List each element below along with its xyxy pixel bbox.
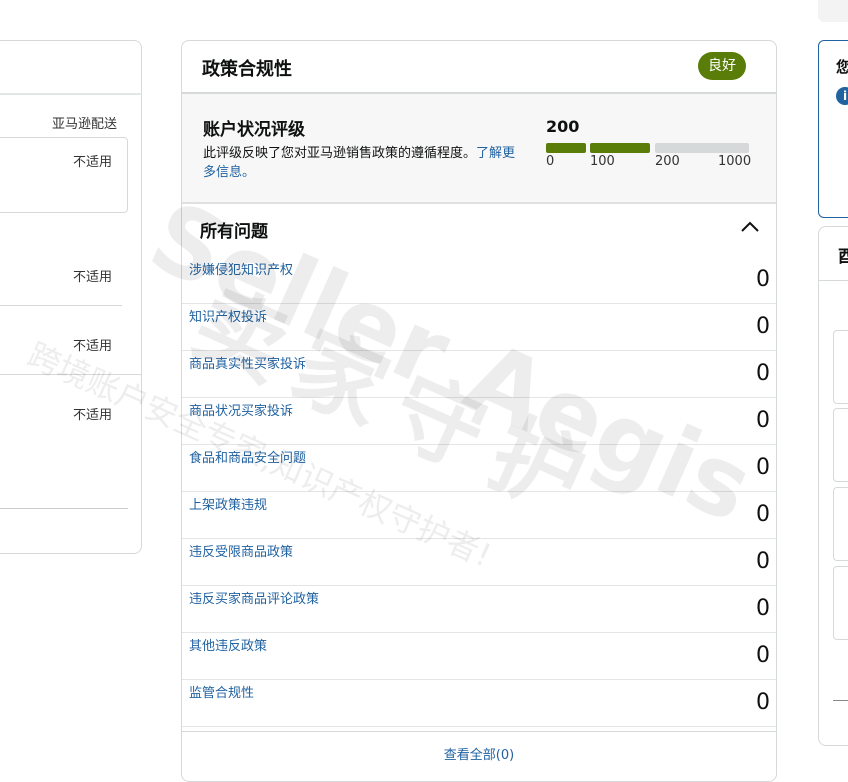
issue-label[interactable]: 商品状况买家投诉 <box>189 400 293 419</box>
issue-row[interactable]: 监管合规性 0 <box>182 680 776 727</box>
divider <box>833 700 848 701</box>
issue-row[interactable]: 违反受限商品政策 0 <box>182 539 776 586</box>
issue-count: 0 <box>756 361 770 386</box>
issue-row[interactable]: 知识产权投诉 0 <box>182 304 776 351</box>
chevron-up-icon[interactable] <box>740 219 760 235</box>
tick-label: 0 <box>546 154 555 169</box>
view-all-link[interactable]: 查看全部(0) <box>182 744 776 763</box>
issue-row[interactable]: 商品真实性买家投诉 0 <box>182 351 776 398</box>
status-badge: 良好 <box>698 52 746 80</box>
issue-label[interactable]: 商品真实性买家投诉 <box>189 353 306 372</box>
tick-label: 100 <box>590 154 615 169</box>
issue-row[interactable]: 违反买家商品评论政策 0 <box>182 586 776 633</box>
issue-row[interactable]: 涉嫌侵犯知识产权 0 <box>182 257 776 304</box>
divider <box>818 280 848 281</box>
divider <box>0 374 142 375</box>
issue-count: 0 <box>756 455 770 480</box>
account-health-description: 此评级反映了您对亚马逊销售政策的遵循程度。了解更多信息。 <box>203 144 523 182</box>
side-tile[interactable] <box>833 330 848 404</box>
not-applicable-text: 不适用 <box>73 155 113 170</box>
health-score: 200 <box>546 117 580 136</box>
issue-label[interactable]: 知识产权投诉 <box>189 306 267 325</box>
issue-label[interactable]: 监管合规性 <box>189 682 254 701</box>
issue-row[interactable]: 其他违反政策 0 <box>182 633 776 680</box>
rating-bar-segment-1 <box>546 143 586 153</box>
issue-label[interactable]: 上架政策违规 <box>189 494 267 513</box>
issue-count: 0 <box>756 267 770 292</box>
tick-label: 1000 <box>718 154 752 169</box>
side-card <box>818 226 848 746</box>
card-title: 政策合规性 <box>202 59 292 80</box>
inner-box <box>0 137 128 213</box>
fba-label: 亚马逊配送 <box>52 117 118 132</box>
description-text: 此评级反映了您对亚马逊销售政策的遵循程度。 <box>203 146 477 161</box>
not-applicable-text: 不适用 <box>73 339 113 354</box>
issue-count: 0 <box>756 643 770 668</box>
side-tile[interactable] <box>833 487 848 561</box>
account-health-title: 账户状况评级 <box>203 120 305 140</box>
issue-label[interactable]: 违反买家商品评论政策 <box>189 588 319 607</box>
issue-count: 0 <box>756 314 770 339</box>
info-icon: i <box>836 87 848 105</box>
side-tile[interactable] <box>833 566 848 640</box>
issue-count: 0 <box>756 690 770 715</box>
rating-bar-empty <box>655 143 749 153</box>
issue-count: 0 <box>756 596 770 621</box>
card-divider <box>0 93 142 95</box>
issue-label[interactable]: 涉嫌侵犯知识产权 <box>189 259 293 278</box>
issue-label[interactable]: 食品和商品安全问题 <box>189 447 306 466</box>
rating-bar-segment-2 <box>590 143 650 153</box>
side-tile[interactable] <box>833 408 848 482</box>
issue-label[interactable]: 其他违反政策 <box>189 635 267 654</box>
side-card-title: 酉 <box>838 247 848 267</box>
tick-label: 200 <box>655 154 680 169</box>
not-applicable-text: 不适用 <box>73 270 113 285</box>
issue-label[interactable]: 违反受限商品政策 <box>189 541 293 560</box>
divider <box>0 305 122 306</box>
all-issues-title: 所有问题 <box>200 222 268 242</box>
issue-count: 0 <box>756 502 770 527</box>
issue-row[interactable]: 上架政策违规 0 <box>182 492 776 539</box>
issue-count: 0 <box>756 408 770 433</box>
view-all-footer: 查看全部(0) <box>182 731 776 777</box>
divider <box>0 508 128 509</box>
top-right-widget <box>818 0 848 22</box>
not-applicable-text: 不适用 <box>73 408 113 423</box>
issue-row[interactable]: 食品和商品安全问题 0 <box>182 445 776 492</box>
issue-count: 0 <box>756 549 770 574</box>
issue-row[interactable]: 商品状况买家投诉 0 <box>182 398 776 445</box>
info-card-title: 您 <box>836 58 848 76</box>
